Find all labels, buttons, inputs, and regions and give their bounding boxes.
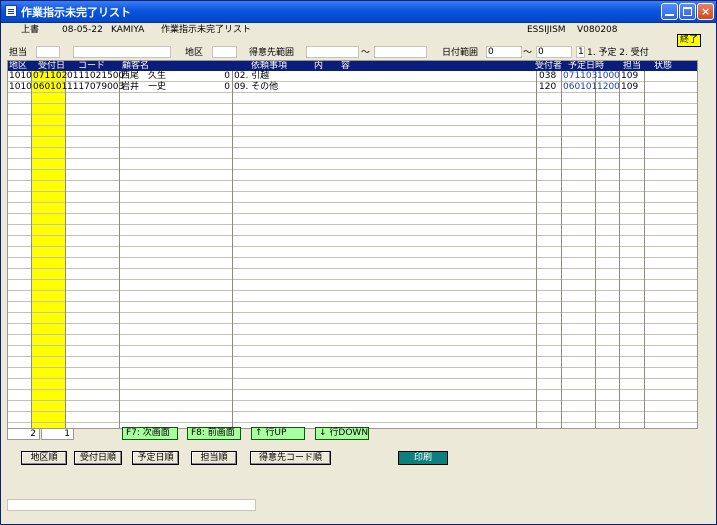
tokuisaki-label: 得意先範囲 [249, 48, 295, 58]
title-bar[interactable]: 作業指示未完了リスト × [1, 1, 716, 23]
cell-yotei-time: 1200 [597, 82, 620, 92]
sort-uketsukebi-button[interactable]: 受付日順 [74, 451, 122, 465]
col-yotei: 予定日時 [568, 61, 605, 71]
sort-tanto-button[interactable]: 担当順 [191, 451, 237, 465]
date-from-input[interactable]: 0 [486, 46, 522, 58]
sort-yoteibi-button[interactable]: 予定日順 [132, 451, 179, 465]
cell-yotei-date: 060101 [563, 82, 598, 92]
cell-num: 0 [224, 82, 230, 92]
program-id: ESSIJISM [527, 25, 566, 35]
col-kokyaku: 顧客名 [122, 61, 150, 71]
cell-yotei-time: 1000 [597, 71, 620, 81]
app-window: 作業指示未完了リスト × 上書 08-05-22 KAMIYA 作業指示未完了リ… [0, 0, 717, 525]
window-title: 作業指示未完了リスト [21, 6, 131, 19]
tokuisaki-to-input[interactable] [374, 46, 427, 58]
col-irai: 依頼事項 内 容 [251, 61, 351, 71]
row-count-total: 2 [7, 428, 40, 440]
col-jotai: 状態 [654, 61, 673, 71]
cell-num: 0 [224, 71, 230, 81]
maximize-button[interactable] [679, 3, 696, 20]
row-down-button[interactable]: ↓ 行DOWN [315, 427, 369, 440]
cell-uketsukebi[interactable]: 060101 [33, 82, 67, 93]
chiku-input[interactable] [212, 46, 237, 58]
tokuisaki-from-input[interactable] [306, 46, 359, 58]
col-uketsukesha: 受付者 [535, 61, 563, 71]
print-button[interactable]: 印刷 [398, 451, 448, 465]
type-options: 1. 予定 2. 受付 [587, 48, 649, 58]
cell-kokyaku: 西尾 久生 [121, 71, 167, 81]
date-range-label: 日付範囲 [442, 48, 479, 58]
close-icon: × [701, 5, 711, 18]
minimize-button[interactable] [661, 3, 678, 20]
sort-tokuisaki-code-button[interactable]: 得意先コード順 [250, 451, 331, 465]
type-input[interactable]: 1 [576, 46, 585, 58]
tanto-input[interactable] [36, 46, 60, 58]
cell-irai: 02. 引越 [234, 71, 270, 81]
user-name: KAMIYA [111, 25, 145, 35]
table-header: 地区 受付日 コード 顧客名 依頼事項 内 容 受付者 予定日時 担当 状態 [8, 61, 697, 71]
cell-tanto: 109 [621, 82, 639, 92]
app-icon[interactable] [5, 5, 17, 17]
date-tilde: ～ [523, 48, 533, 58]
sort-chiku-button[interactable]: 地区順 [21, 451, 67, 465]
cell-tanto: 109 [621, 71, 639, 81]
current-date: 08-05-22 [62, 25, 103, 35]
tanto-name-field [73, 46, 171, 58]
cell-chiku: 1010 [9, 82, 32, 92]
chiku-label: 地区 [185, 48, 204, 58]
maximize-icon [683, 7, 692, 16]
exit-button[interactable]: 終了 [677, 34, 701, 47]
version-label: V080208 [577, 25, 618, 35]
cell-uketsukesha: 120 [539, 82, 557, 92]
cell-yotei-date: 071103 [563, 71, 598, 81]
minimize-icon [665, 7, 674, 16]
cell-irai: 09. その他 [234, 82, 279, 92]
close-button[interactable]: × [697, 3, 714, 20]
col-code: コード [78, 61, 106, 71]
mode-label: 上書 [21, 25, 40, 35]
cell-uketsukebi[interactable]: 071102 [33, 71, 67, 82]
col-tanto: 担当 [623, 61, 642, 71]
row-up-button[interactable]: ↑ 行UP [251, 427, 305, 440]
client-area: 上書 08-05-22 KAMIYA 作業指示未完了リスト ESSIJISM V… [1, 23, 716, 524]
screen-title: 作業指示未完了リスト [161, 25, 252, 35]
f7-next-page-button[interactable]: F7: 次画面 [122, 427, 178, 440]
row-count-current: 1 [41, 428, 74, 440]
col-uketsukebi: 受付日 [38, 61, 66, 71]
f8-prev-page-button[interactable]: F8: 前画面 [187, 427, 241, 440]
cell-code: 1117079003 [67, 82, 125, 92]
status-field [7, 499, 256, 511]
tanto-label: 担当 [9, 48, 28, 58]
date-to-input[interactable]: 0 [536, 46, 572, 58]
cell-code: 0111021500 [67, 71, 125, 81]
cell-kokyaku: 岩井 一史 [121, 82, 167, 92]
cell-uketsukesha: 038 [539, 71, 557, 81]
tokuisaki-tilde: ～ [361, 48, 371, 58]
cell-chiku: 1010 [9, 71, 32, 81]
col-chiku: 地区 [9, 61, 28, 71]
task-table: 地区 受付日 コード 顧客名 依頼事項 内 容 受付者 予定日時 担当 状態 1… [7, 60, 698, 429]
